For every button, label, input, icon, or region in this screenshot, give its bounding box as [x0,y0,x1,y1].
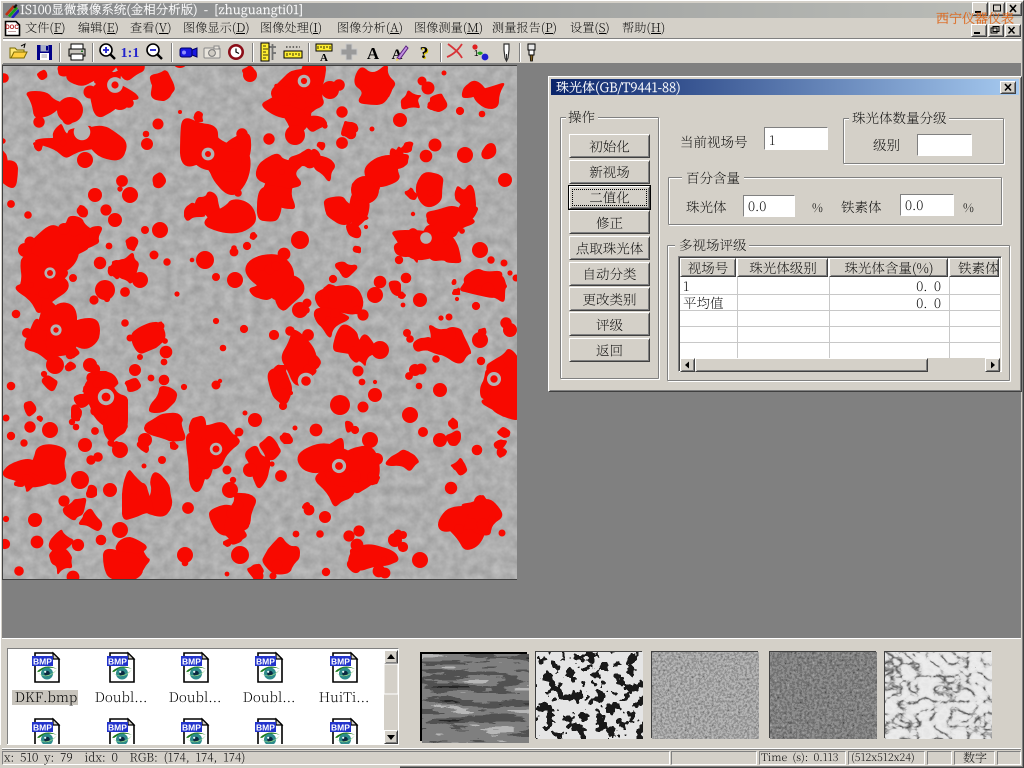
svg-text:?: ? [420,43,429,62]
svg-text:1: 1 [474,49,479,58]
